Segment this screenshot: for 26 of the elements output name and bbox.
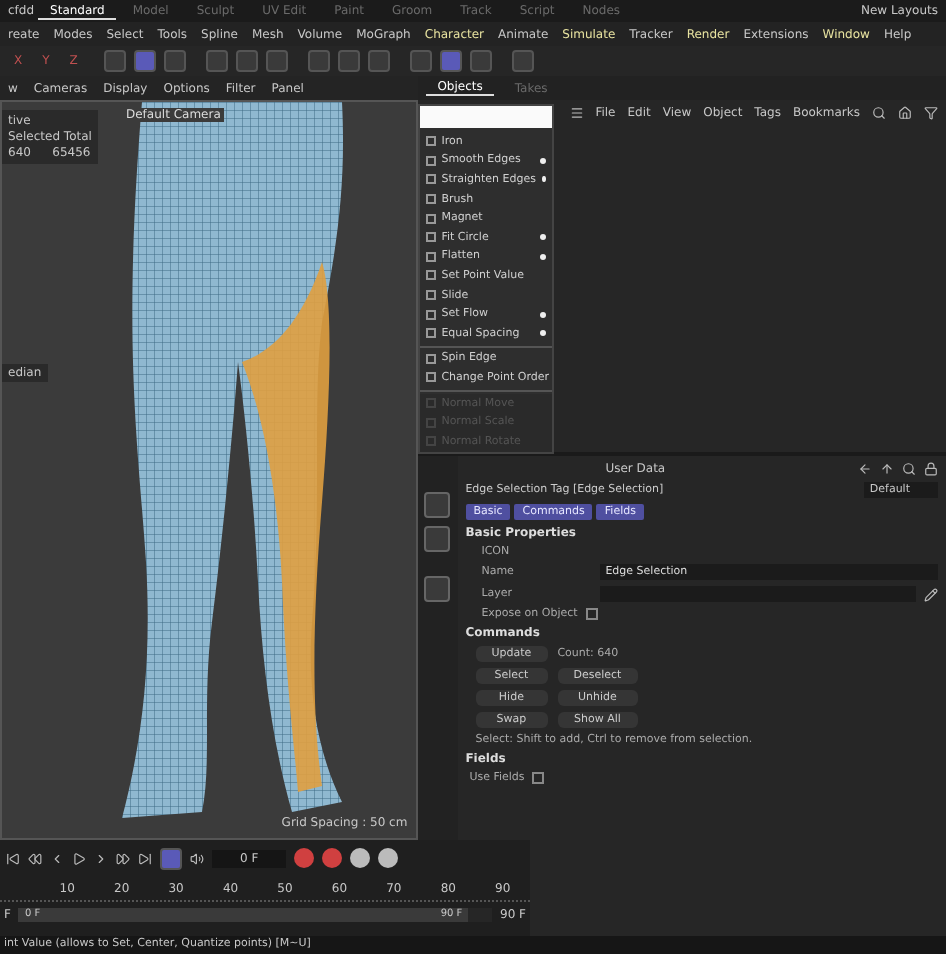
tool-icon[interactable]	[439, 50, 462, 72]
back-icon[interactable]	[858, 462, 872, 476]
sound-icon[interactable]	[190, 851, 204, 865]
previous-key-icon[interactable]	[28, 851, 42, 865]
keyframe-icon[interactable]	[350, 848, 371, 868]
menu-icon[interactable]	[569, 105, 584, 119]
play-icon[interactable]	[72, 851, 86, 865]
autokey-icon[interactable]	[322, 848, 343, 868]
up-icon[interactable]	[880, 462, 894, 476]
next-key-icon[interactable]	[116, 851, 130, 865]
previous-frame-icon[interactable]	[50, 851, 64, 865]
expose-checkbox[interactable]	[585, 608, 598, 620]
search-icon[interactable]	[902, 462, 916, 476]
next-frame-icon[interactable]	[94, 851, 108, 865]
home-icon[interactable]	[898, 105, 912, 119]
tool-icon[interactable]	[133, 50, 156, 72]
keyframe-icon[interactable]	[378, 848, 399, 868]
record-icon[interactable]	[294, 848, 315, 868]
search-icon[interactable]	[872, 105, 886, 119]
use-fields-checkbox[interactable]	[532, 772, 545, 784]
filter-icon[interactable]	[924, 105, 938, 119]
last-frame-icon[interactable]	[138, 851, 152, 865]
first-frame-icon[interactable]	[6, 851, 20, 865]
search-field[interactable]	[419, 106, 552, 128]
lock-icon[interactable]	[924, 462, 938, 476]
loop-icon[interactable]	[160, 847, 182, 869]
